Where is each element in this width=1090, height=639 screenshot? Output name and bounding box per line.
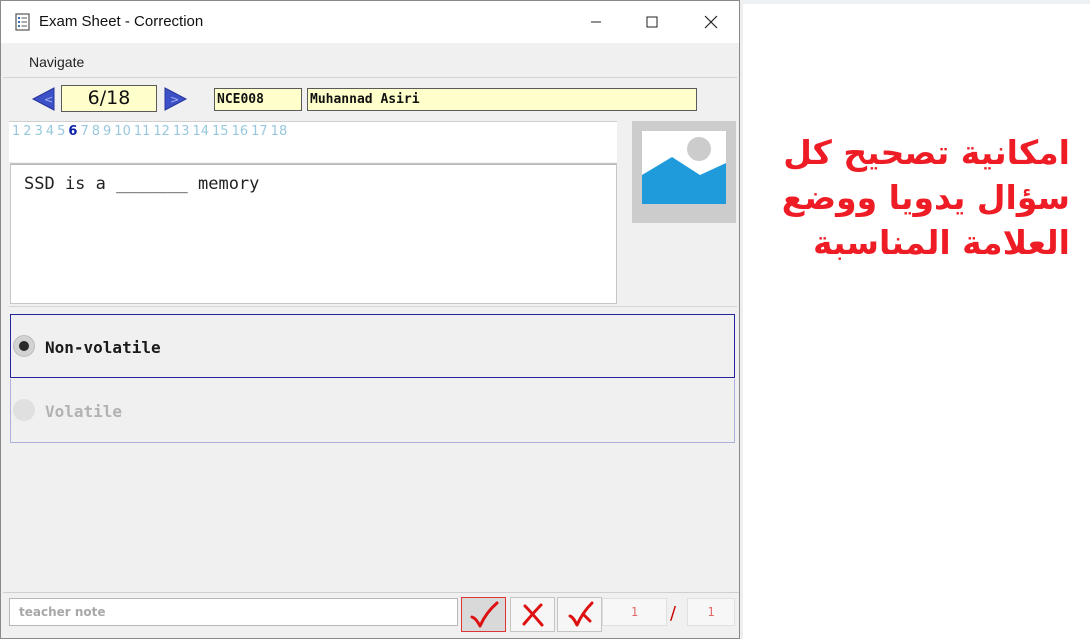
- minimize-icon: [591, 21, 601, 23]
- answer-option-selected[interactable]: Non-volatile: [10, 314, 735, 378]
- teacher-note-input[interactable]: [9, 598, 458, 626]
- answer-option[interactable]: Volatile: [10, 379, 735, 443]
- student-name-field: Muhannad Asiri: [307, 88, 697, 111]
- exam-sheet-window: Exam Sheet - Correction Navigate < 6/18 …: [0, 0, 740, 639]
- question-number-link[interactable]: 4: [46, 124, 54, 139]
- annotation-text: امكانية تصحيح كل سؤال يدويا ووضع العلامة…: [781, 133, 1070, 262]
- menu-navigate[interactable]: Navigate: [29, 54, 84, 70]
- cross-icon: [522, 603, 543, 626]
- question-number-link[interactable]: 18: [271, 124, 288, 139]
- score-awarded-field[interactable]: 1: [602, 598, 667, 626]
- question-number-link[interactable]: 13: [173, 124, 190, 139]
- arrow-right-icon: >: [164, 87, 188, 111]
- question-number-link[interactable]: 16: [232, 124, 249, 139]
- answer-option-label: Non-volatile: [45, 338, 161, 357]
- list-document-icon: [15, 13, 31, 31]
- score-total-field: 1: [687, 598, 735, 626]
- mark-wrong-button[interactable]: [510, 597, 555, 632]
- close-button[interactable]: [688, 5, 734, 39]
- close-icon: [704, 15, 718, 29]
- divider: [9, 306, 737, 307]
- student-id-field: NCE008: [214, 88, 302, 111]
- question-number-link[interactable]: 7: [80, 124, 88, 139]
- question-number-link[interactable]: 11: [134, 124, 151, 139]
- question-number-bar: 1 2 3 4 5 6 7 8 9 10 11 12 13 14 15 16 17 18: [9, 121, 617, 162]
- question-text: SSD is a _______ memory: [24, 174, 260, 194]
- question-number-list: 1 2 3 4 5 6 7 8 9 10 11 12 13 14 15 16 17 18: [12, 124, 290, 139]
- maximize-icon: [646, 16, 658, 28]
- question-number-link[interactable]: 17: [251, 124, 268, 139]
- svg-text:>: >: [170, 93, 179, 106]
- question-counter: 6/18: [61, 85, 157, 112]
- question-number-link[interactable]: 3: [35, 124, 43, 139]
- menu-bar: Navigate: [3, 45, 737, 78]
- radio-selected-icon[interactable]: [13, 335, 35, 357]
- question-number-link[interactable]: 6: [68, 124, 77, 139]
- image-placeholder-icon: [642, 131, 726, 204]
- score-separator: /: [670, 603, 677, 624]
- question-number-link[interactable]: 10: [114, 124, 131, 139]
- question-number-link[interactable]: 15: [212, 124, 229, 139]
- question-panel: SSD is a _______ memory: [10, 163, 617, 304]
- question-number-link[interactable]: 14: [192, 124, 209, 139]
- question-number-link[interactable]: 8: [92, 124, 100, 139]
- question-number-link[interactable]: 2: [23, 124, 31, 139]
- title-bar: Exam Sheet - Correction: [1, 1, 739, 43]
- mark-partial-button[interactable]: [557, 597, 602, 632]
- arrow-left-icon: <: [31, 87, 55, 111]
- radio-empty-icon[interactable]: [13, 399, 35, 421]
- previous-question-button[interactable]: <: [31, 87, 55, 111]
- question-image[interactable]: [632, 121, 736, 223]
- maximize-button[interactable]: [629, 5, 675, 39]
- window-edge: [740, 0, 743, 639]
- mark-correct-button[interactable]: [461, 597, 506, 632]
- answer-option-label: Volatile: [45, 402, 123, 421]
- question-number-link[interactable]: 9: [103, 124, 111, 139]
- question-number-link[interactable]: 1: [12, 124, 20, 139]
- checkmark-icon: [470, 601, 498, 627]
- svg-text:<: <: [44, 93, 53, 106]
- footer-divider: [3, 592, 739, 593]
- partial-check-icon: [568, 601, 593, 626]
- question-number-link[interactable]: 12: [153, 124, 170, 139]
- next-question-button[interactable]: >: [164, 87, 188, 111]
- minimize-button[interactable]: [573, 5, 619, 39]
- question-number-link[interactable]: 5: [57, 124, 65, 139]
- window-title: Exam Sheet - Correction: [39, 13, 204, 30]
